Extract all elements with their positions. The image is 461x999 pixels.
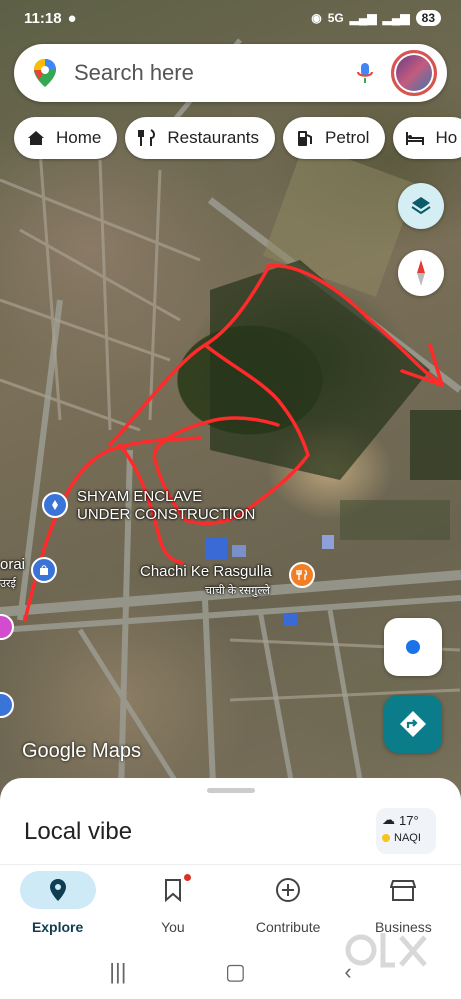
status-bar: 11:18 ● ◉ 5G ▂▄▆ ▂▄▆ 83 xyxy=(0,0,461,36)
chip-home[interactable]: Home xyxy=(14,117,118,159)
battery-level: 83 xyxy=(415,10,441,26)
chat-icon: ● xyxy=(67,9,77,27)
my-location-icon xyxy=(406,640,420,654)
chip-restaurants[interactable]: Restaurants xyxy=(125,117,276,159)
pin-icon xyxy=(49,879,66,901)
compass-button[interactable] xyxy=(398,250,444,296)
sheet-drag-handle[interactable] xyxy=(207,788,255,793)
chachi-hindi-label: चाची के रसगुल्ले xyxy=(205,585,270,597)
google-maps-logo-icon xyxy=(34,59,56,87)
directions-button[interactable] xyxy=(384,695,442,753)
tab-explore[interactable]: Explore xyxy=(0,865,115,944)
avatar[interactable] xyxy=(391,50,437,96)
tab-you[interactable]: You xyxy=(115,865,230,944)
mic-icon[interactable] xyxy=(353,61,377,85)
add-circle-icon xyxy=(276,878,301,902)
recent-apps-icon[interactable]: ||| xyxy=(109,959,126,985)
location-pin-icon[interactable] xyxy=(42,492,68,518)
weather-cloud-icon: ☁ xyxy=(382,812,395,827)
network-type: 5G xyxy=(327,11,344,25)
fuel-icon xyxy=(298,131,313,146)
directions-icon xyxy=(400,711,426,737)
restaurant-icon xyxy=(138,129,156,146)
signal-icon-2: ▂▄▆ xyxy=(382,11,410,25)
layers-button[interactable] xyxy=(398,183,444,229)
weather-temp: 17° xyxy=(399,812,419,828)
home-button-icon[interactable]: ▢ xyxy=(225,959,246,985)
chachi-label[interactable]: Chachi Ke Rasgulla xyxy=(140,563,272,581)
bookmark-icon xyxy=(164,879,181,902)
compass-icon xyxy=(417,260,425,286)
my-location-button[interactable] xyxy=(384,618,442,676)
chip-hotels[interactable]: Ho xyxy=(393,117,461,159)
restaurant-pin-icon[interactable] xyxy=(289,562,315,588)
aqi-dot-icon xyxy=(382,834,390,842)
home-icon xyxy=(28,131,44,145)
search-bar[interactable]: Search here xyxy=(14,44,447,102)
chip-petrol[interactable]: Petrol xyxy=(283,117,386,159)
location-status-icon: ◉ xyxy=(311,11,322,25)
clock: 11:18 xyxy=(24,9,62,27)
layers-icon xyxy=(411,197,431,215)
aqi-label: NAQI xyxy=(394,832,421,844)
olx-watermark-logo xyxy=(345,933,427,968)
shyam-enclave-label[interactable]: SHYAM ENCLAVE UNDER CONSTRUCTION xyxy=(77,488,255,524)
storefront-icon xyxy=(390,880,417,901)
sheet-title: Local vibe xyxy=(24,818,133,845)
weather-chip[interactable]: ☁ 17° NAQI xyxy=(376,808,436,854)
left-place-label: orai xyxy=(0,556,26,573)
tab-contribute[interactable]: Contribute xyxy=(231,865,346,944)
google-maps-watermark: Google Maps xyxy=(22,740,141,762)
left-place-hindi-label: उरई xyxy=(0,578,16,590)
shopping-icon[interactable] xyxy=(31,557,57,583)
signal-icon: ▂▄▆ xyxy=(349,11,377,25)
category-chips: Home Restaurants Petrol Ho xyxy=(14,117,461,159)
search-input[interactable]: Search here xyxy=(74,60,353,86)
hotel-icon xyxy=(406,132,425,145)
